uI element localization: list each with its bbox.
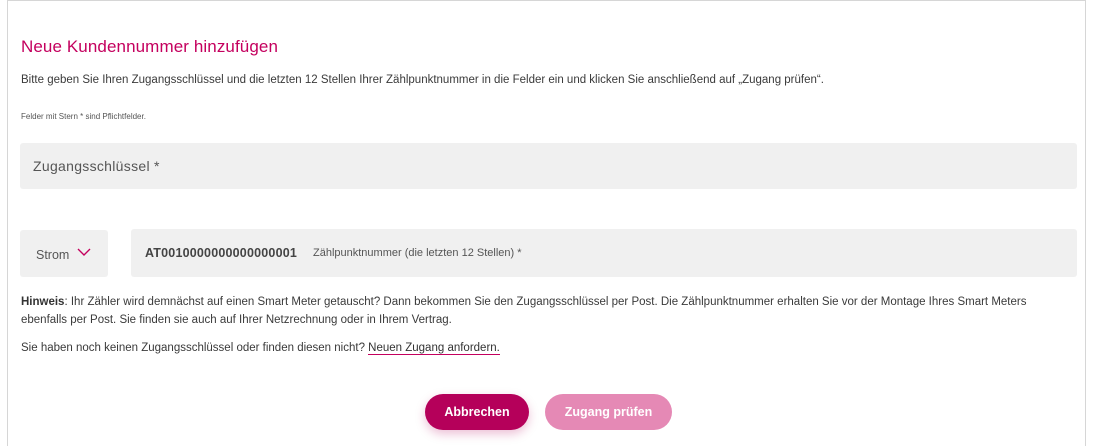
chevron-down-icon bbox=[77, 248, 91, 256]
check-access-button[interactable]: Zugang prüfen bbox=[545, 394, 672, 430]
request-new-access-link[interactable]: Neuen Zugang anfordern. bbox=[368, 342, 500, 355]
energy-type-value: Strom bbox=[36, 248, 70, 262]
hint-label: Hinweis bbox=[21, 296, 65, 308]
hint-text: Hinweis: Ihr Zähler wird demnächst auf e… bbox=[21, 293, 1071, 329]
access-key-field[interactable]: Zugangsschlüssel * bbox=[20, 143, 1077, 189]
cancel-button[interactable]: Abbrechen bbox=[425, 394, 529, 430]
page-title: Neue Kundennummer hinzufügen bbox=[21, 37, 279, 56]
energy-type-select[interactable]: Strom bbox=[20, 230, 108, 277]
meter-point-prefix: AT0010000000000000001 bbox=[145, 246, 298, 260]
access-key-placeholder: Zugangsschlüssel * bbox=[33, 158, 160, 174]
add-customer-number-panel: Neue Kundennummer hinzufügen Bitte geben… bbox=[7, 0, 1086, 446]
required-fields-note: Felder mit Stern * sind Pflichtfelder. bbox=[21, 112, 146, 121]
no-key-text: Sie haben noch keinen Zugangsschlüssel o… bbox=[21, 342, 500, 355]
hint-body: : Ihr Zähler wird demnächst auf einen Sm… bbox=[21, 296, 1027, 326]
intro-text: Bitte geben Sie Ihren Zugangsschlüssel u… bbox=[21, 74, 824, 86]
no-key-question: Sie haben noch keinen Zugangsschlüssel o… bbox=[21, 342, 369, 354]
meter-point-placeholder: Zählpunktnummer (die letzten 12 Stellen)… bbox=[313, 247, 522, 259]
meter-point-number-field[interactable]: AT0010000000000000001 Zählpunktnummer (d… bbox=[131, 229, 1077, 277]
